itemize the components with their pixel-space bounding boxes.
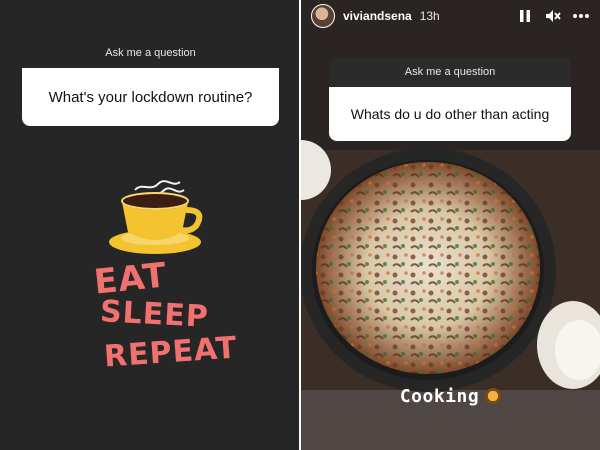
avatar[interactable] xyxy=(311,4,335,28)
right-story-panel: viviandsena 13h Ask me a question Whats … xyxy=(301,0,600,450)
question-sticker-text: Whats do u do other than acting xyxy=(329,87,571,141)
caption-text: Cooking xyxy=(399,386,480,407)
question-sticker-title: Ask me a question xyxy=(22,38,279,68)
sticker-line-repeat: REPEAT xyxy=(102,330,239,375)
question-sticker-title: Ask me a question xyxy=(329,57,571,87)
username[interactable]: viviandsena xyxy=(343,9,412,23)
pause-icon[interactable] xyxy=(516,7,534,25)
coffee-cup-icon xyxy=(100,172,210,262)
story-caption: Cooking xyxy=(301,386,600,407)
question-sticker-text: What's your lockdown routine? xyxy=(22,68,279,126)
eat-sleep-repeat-sticker: EAT SLEEP REPEAT xyxy=(88,255,239,388)
cooking-emoji-icon xyxy=(485,388,502,404)
question-sticker-left: Ask me a question What's your lockdown r… xyxy=(22,38,279,126)
question-sticker-right: Ask me a question Whats do u do other th… xyxy=(329,57,571,141)
story-controls xyxy=(516,7,590,25)
more-icon[interactable] xyxy=(572,7,590,25)
left-story-panel: Ask me a question What's your lockdown r… xyxy=(0,0,300,450)
mute-icon[interactable] xyxy=(544,7,562,25)
sticker-line-sleep: SLEEP xyxy=(99,294,210,335)
timestamp: 13h xyxy=(419,9,440,23)
story-header: viviandsena 13h xyxy=(301,0,600,32)
